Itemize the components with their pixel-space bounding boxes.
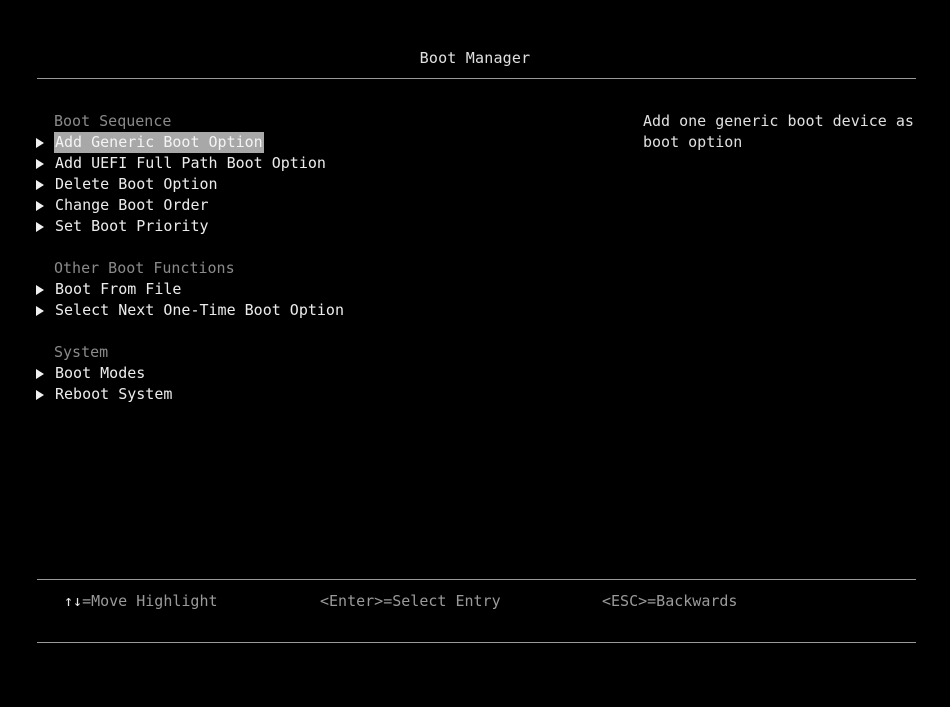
section-heading: Other Boot Functions xyxy=(54,259,235,277)
submenu-arrow-icon xyxy=(36,222,44,232)
boot-menu: Boot Sequence Add Generic Boot Option Ad… xyxy=(36,111,596,426)
menu-item-label: Add UEFI Full Path Boot Option xyxy=(55,154,326,172)
up-down-arrows-icon: ↑↓ xyxy=(64,592,83,610)
menu-item-add-generic-boot-option[interactable]: Add Generic Boot Option xyxy=(36,132,596,153)
menu-item-change-boot-order[interactable]: Change Boot Order xyxy=(36,195,596,216)
footer-hint-esc: <ESC>=Backwards xyxy=(602,592,738,610)
menu-item-label: Select Next One-Time Boot Option xyxy=(55,301,344,319)
menu-item-boot-modes[interactable]: Boot Modes xyxy=(36,363,596,384)
menu-item-reboot-system[interactable]: Reboot System xyxy=(36,384,596,405)
footer-hint-enter: <Enter>=Select Entry xyxy=(320,592,501,610)
submenu-arrow-icon xyxy=(36,390,44,400)
submenu-arrow-icon xyxy=(36,159,44,169)
footer-divider-bottom xyxy=(37,642,916,643)
help-text: Add one generic boot device as boot opti… xyxy=(643,112,914,151)
submenu-arrow-icon xyxy=(36,285,44,295)
submenu-arrow-icon xyxy=(36,180,44,190)
section-other-boot-functions: Other Boot Functions Boot From File Sele… xyxy=(36,258,596,321)
menu-item-delete-boot-option[interactable]: Delete Boot Option xyxy=(36,174,596,195)
menu-item-label: Reboot System xyxy=(55,385,173,403)
submenu-arrow-icon xyxy=(36,306,44,316)
menu-item-label: Delete Boot Option xyxy=(55,175,218,193)
menu-item-label: Add Generic Boot Option xyxy=(54,132,264,153)
menu-item-set-boot-priority[interactable]: Set Boot Priority xyxy=(36,216,596,237)
section-boot-sequence: Boot Sequence Add Generic Boot Option Ad… xyxy=(36,111,596,237)
boot-manager-screen: Boot Manager Boot Sequence Add Generic B… xyxy=(0,0,950,707)
menu-item-select-next-one-time-boot-option[interactable]: Select Next One-Time Boot Option xyxy=(36,300,596,321)
menu-item-boot-from-file[interactable]: Boot From File xyxy=(36,279,596,300)
footer-divider-top xyxy=(37,579,916,580)
section-heading: Boot Sequence xyxy=(54,112,172,130)
footer-hint-move: ↑↓=Move Highlight xyxy=(64,591,218,612)
menu-item-add-uefi-full-path-boot-option[interactable]: Add UEFI Full Path Boot Option xyxy=(36,153,596,174)
submenu-arrow-icon xyxy=(36,138,44,148)
submenu-arrow-icon xyxy=(36,369,44,379)
header-divider xyxy=(37,78,916,79)
section-system: System Boot Modes Reboot System xyxy=(36,342,596,405)
section-heading: System xyxy=(54,343,109,361)
page-title: Boot Manager xyxy=(419,49,531,67)
menu-item-label: Change Boot Order xyxy=(55,196,209,214)
menu-item-label: Boot From File xyxy=(55,280,182,298)
submenu-arrow-icon xyxy=(36,201,44,211)
footer-hint-move-text: =Move Highlight xyxy=(82,592,218,610)
menu-item-label: Boot Modes xyxy=(55,364,146,382)
menu-item-label: Set Boot Priority xyxy=(55,217,209,235)
